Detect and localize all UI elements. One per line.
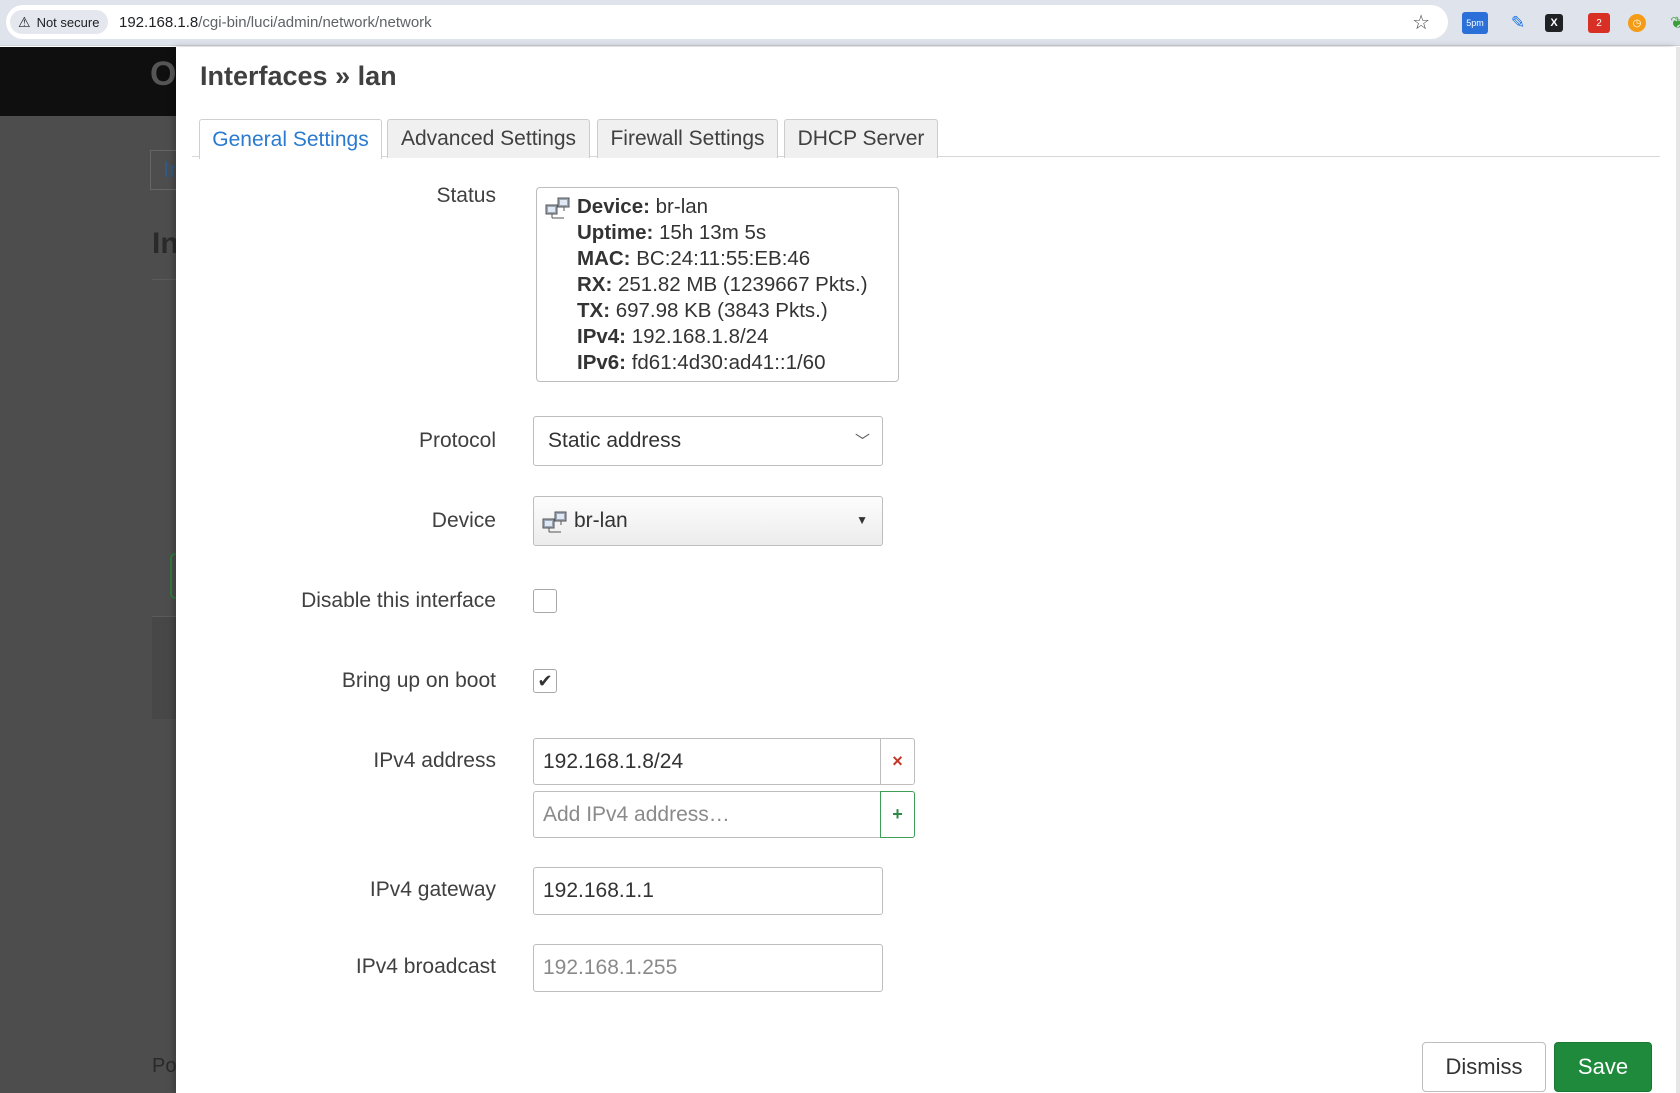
- remove-ipv4-address-button[interactable]: ×: [880, 738, 915, 785]
- plus-icon: +: [892, 804, 903, 824]
- device-selected-value: br-lan: [574, 509, 628, 532]
- disable-interface-checkbox[interactable]: [533, 589, 557, 613]
- protocol-select[interactable]: Static address ﹀: [533, 416, 883, 466]
- tab-firewall-settings[interactable]: Firewall Settings: [597, 119, 778, 158]
- calendar-extension-icon[interactable]: 5pm: [1462, 12, 1488, 34]
- warning-icon: ⚠: [18, 13, 31, 30]
- bring-up-on-boot-label: Bring up on boot: [341, 669, 496, 692]
- status-value: fd61:4d30:ad41::1/60: [626, 351, 826, 374]
- remove-icon: ×: [892, 751, 903, 771]
- status-value: 15h 13m 5s: [653, 221, 767, 244]
- status-key: Uptime:: [577, 221, 654, 244]
- ipv4-broadcast-input[interactable]: 192.168.1.255: [533, 944, 883, 992]
- checkmark-icon: ✔: [537, 670, 553, 691]
- protocol-label: Protocol: [418, 429, 496, 452]
- status-value: BC:24:11:55:EB:46: [630, 247, 811, 270]
- status-key: IPv6:: [577, 351, 626, 374]
- dismiss-button[interactable]: Dismiss: [1422, 1042, 1546, 1092]
- tab-advanced-settings[interactable]: Advanced Settings: [387, 119, 590, 158]
- notification-extension-icon[interactable]: 2: [1588, 13, 1610, 33]
- network-device-icon: [542, 511, 567, 533]
- clock-extension-icon[interactable]: ◷: [1628, 14, 1646, 32]
- ipv4-gateway-value: 192.168.1.1: [543, 879, 654, 902]
- network-device-icon: [545, 197, 570, 219]
- bookmark-star-icon[interactable]: ☆: [1412, 10, 1430, 35]
- status-row-uptime: Uptime: 15h 13m 5s: [577, 220, 890, 246]
- ipv4-gateway-input[interactable]: 192.168.1.1: [533, 867, 883, 915]
- status-value: br-lan: [649, 195, 709, 218]
- notification-extension-badge: 2: [1596, 17, 1602, 29]
- ipv4-address-label: IPv4 address: [373, 749, 496, 772]
- status-value: 192.168.1.8/24: [626, 325, 769, 348]
- modal-title: Interfaces » lan: [200, 61, 397, 91]
- status-box: Device: br-lan Uptime: 15h 13m 5s MAC: B…: [536, 187, 899, 382]
- security-indicator[interactable]: ⚠ Not secure: [10, 10, 109, 34]
- ipv4-gateway-label: IPv4 gateway: [369, 878, 496, 901]
- background-footer: Po: [152, 1055, 177, 1077]
- status-row-tx: TX: 697.98 KB (3843 Pkts.): [577, 298, 890, 324]
- settings-tabs: General Settings Advanced Settings Firew…: [192, 113, 1660, 159]
- status-row-rx: RX: 251.82 MB (1239667 Pkts.): [577, 272, 890, 298]
- address-bar[interactable]: ⚠ Not secure 192.168.1.8/cgi-bin/luci/ad…: [6, 5, 1448, 39]
- background-logo: O: [150, 55, 177, 93]
- device-label: Device: [431, 509, 496, 532]
- calendar-extension-badge: 5pm: [1466, 18, 1484, 28]
- status-label: Status: [436, 184, 496, 207]
- interface-edit-modal: Interfaces » lan General Settings Advanc…: [176, 47, 1676, 1093]
- status-key: IPv4:: [577, 325, 626, 348]
- pen-extension-icon[interactable]: ✎: [1505, 10, 1531, 36]
- chevron-down-icon: ﹀: [854, 433, 870, 450]
- browser-toolbar: ⚠ Not secure 192.168.1.8/cgi-bin/luci/ad…: [0, 0, 1680, 46]
- tab-general-settings[interactable]: General Settings: [199, 119, 382, 159]
- background-heading: In: [152, 227, 179, 260]
- url-host: 192.168.1.8: [119, 14, 199, 31]
- scrollbar[interactable]: [1676, 47, 1680, 1093]
- status-key: RX:: [577, 273, 613, 296]
- caret-down-icon: ▼: [856, 513, 868, 527]
- status-key: MAC:: [577, 247, 631, 270]
- status-row-mac: MAC: BC:24:11:55:EB:46: [577, 246, 890, 272]
- status-value: 251.82 MB (1239667 Pkts.): [612, 273, 868, 296]
- protocol-selected-value: Static address: [548, 429, 682, 452]
- ipv4-broadcast-label: IPv4 broadcast: [355, 955, 496, 978]
- status-row-ipv4: IPv4: 192.168.1.8/24: [577, 324, 890, 350]
- ipv4-address-value: 192.168.1.8/24: [543, 749, 684, 773]
- x-extension-glyph: X: [1550, 17, 1558, 29]
- add-ipv4-address-input[interactable]: Add IPv4 address…: [533, 791, 881, 838]
- security-label: Not secure: [36, 14, 100, 30]
- status-row-device: Device: br-lan: [577, 194, 890, 220]
- add-ipv4-address-placeholder: Add IPv4 address…: [543, 802, 730, 826]
- disable-interface-label: Disable this interface: [301, 589, 496, 612]
- url-text[interactable]: 192.168.1.8/cgi-bin/luci/admin/network/n…: [119, 14, 432, 31]
- save-button[interactable]: Save: [1554, 1042, 1652, 1092]
- leaf-extension-icon[interactable]: ❦: [1664, 10, 1680, 36]
- status-row-ipv6: IPv6: fd61:4d30:ad41::1/60: [577, 350, 890, 376]
- device-select[interactable]: br-lan ▼: [533, 496, 883, 546]
- status-key: Device:: [577, 195, 650, 218]
- ipv4-address-entry[interactable]: 192.168.1.8/24: [533, 738, 881, 785]
- status-value: 697.98 KB (3843 Pkts.): [610, 299, 828, 322]
- ipv4-broadcast-placeholder: 192.168.1.255: [543, 956, 678, 979]
- tab-dhcp-server[interactable]: DHCP Server: [784, 119, 938, 158]
- bring-up-on-boot-checkbox[interactable]: ✔: [533, 669, 557, 693]
- add-ipv4-address-button[interactable]: +: [880, 791, 915, 838]
- status-key: TX:: [577, 299, 611, 322]
- url-path: /cgi-bin/luci/admin/network/network: [198, 14, 432, 31]
- x-extension-icon[interactable]: X: [1545, 14, 1563, 32]
